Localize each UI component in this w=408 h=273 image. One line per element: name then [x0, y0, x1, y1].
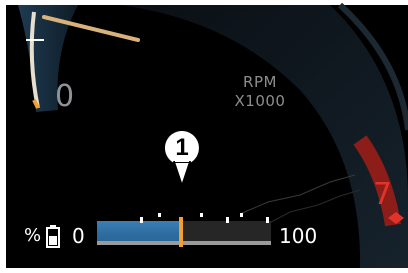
battery-icon: [46, 225, 60, 248]
charge-bar-underline: [97, 241, 271, 245]
charge-bar-tick: [200, 213, 203, 217]
rpm-title: RPM: [243, 73, 277, 91]
rpm-unit: X1000: [234, 92, 286, 110]
charge-bar-tick: [140, 217, 143, 223]
charge-bar-tick: [158, 213, 161, 217]
charge-bar-tick: [266, 217, 269, 223]
percent-symbol: %: [24, 225, 42, 246]
dial-guide-line-icon: [259, 189, 361, 229]
dial-guide-line-icon: [239, 174, 356, 215]
callout-number: 1: [175, 134, 189, 161]
gauge-zero-label: 0: [55, 79, 75, 114]
instrument-cluster-screen: 0 RPM X1000 7 1 % 0 100: [0, 0, 408, 273]
charge-min-label: 0: [72, 224, 85, 248]
charge-bar-tick: [226, 217, 229, 223]
charge-max-label: 100: [279, 224, 318, 248]
redline-value: 7: [373, 177, 393, 212]
charge-bar-tick: [240, 213, 243, 217]
charge-level-marker: [178, 217, 183, 247]
